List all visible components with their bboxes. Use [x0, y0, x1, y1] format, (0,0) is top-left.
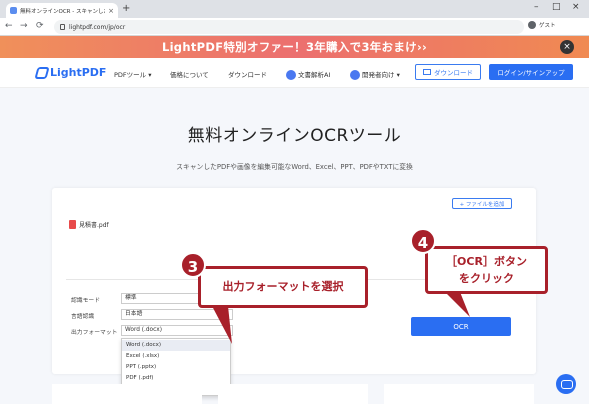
callout-4-line2: をクリック	[459, 272, 514, 285]
callout-number-3: 3	[180, 252, 206, 278]
callout-4-line1: ［OCR］ボタン	[446, 255, 527, 268]
callout-click-ocr: ［OCR］ボタン をクリック	[425, 246, 548, 294]
callout-select-format: 出力フォーマットを選択	[198, 266, 368, 308]
callout-number-4: 4	[410, 228, 436, 254]
callout-arrows	[212, 292, 470, 344]
callout-4-pointer	[445, 292, 470, 317]
callout-3-pointer	[212, 306, 232, 344]
